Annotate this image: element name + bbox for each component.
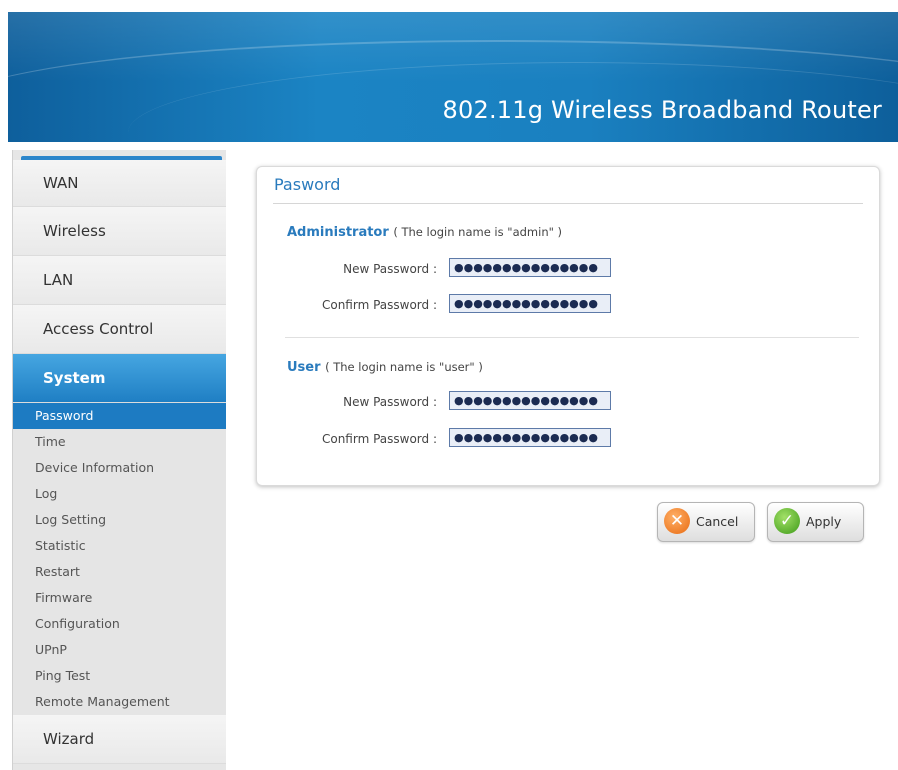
submenu-item-log-setting[interactable]: Log Setting bbox=[13, 507, 226, 533]
sidebar-item-wizard[interactable]: Wizard bbox=[13, 715, 226, 764]
submenu-item-configuration[interactable]: Configuration bbox=[13, 611, 226, 637]
admin-title: Administrator bbox=[287, 225, 389, 240]
sidebar-item-wan[interactable]: WAN bbox=[13, 160, 226, 207]
submenu-item-time[interactable]: Time bbox=[13, 429, 226, 455]
submenu-item-password[interactable]: Password bbox=[13, 403, 226, 429]
panel-divider bbox=[273, 203, 863, 204]
submenu-item-upnp[interactable]: UPnP bbox=[13, 637, 226, 663]
admin-hint: ( The login name is "admin" ) bbox=[393, 225, 563, 239]
admin-new-password-label: New Password : bbox=[343, 262, 437, 276]
check-icon: ✓ bbox=[774, 508, 800, 534]
admin-confirm-password-input[interactable] bbox=[449, 294, 611, 313]
submenu-item-remote-management[interactable]: Remote Management bbox=[13, 689, 226, 715]
user-section-title: User ( The login name is "user" ) bbox=[287, 360, 483, 375]
panel-title: Pasword bbox=[274, 175, 341, 194]
cancel-button[interactable]: ✕ Cancel bbox=[657, 502, 755, 542]
user-hint: ( The login name is "user" ) bbox=[325, 360, 483, 374]
sidebar-item-system[interactable]: System bbox=[13, 354, 226, 403]
user-title: User bbox=[287, 360, 321, 375]
sidebar-item-wireless[interactable]: Wireless bbox=[13, 207, 226, 256]
header-title: 802.11g Wireless Broadband Router bbox=[442, 96, 882, 124]
apply-button[interactable]: ✓ Apply bbox=[767, 502, 864, 542]
sidebar: WAN Wireless LAN Access Control System P… bbox=[12, 150, 226, 770]
submenu-item-device-information[interactable]: Device Information bbox=[13, 455, 226, 481]
submenu-item-firmware[interactable]: Firmware bbox=[13, 585, 226, 611]
admin-confirm-password-label: Confirm Password : bbox=[321, 298, 437, 312]
sidebar-item-access-control[interactable]: Access Control bbox=[13, 305, 226, 354]
admin-new-password-input[interactable] bbox=[449, 258, 611, 277]
admin-section-title: Administrator ( The login name is "admin… bbox=[287, 225, 562, 240]
sidebar-item-lan[interactable]: LAN bbox=[13, 256, 226, 305]
submenu-item-ping-test[interactable]: Ping Test bbox=[13, 663, 226, 689]
password-panel: Pasword Administrator ( The login name i… bbox=[256, 166, 880, 486]
submenu-item-restart[interactable]: Restart bbox=[13, 559, 226, 585]
user-confirm-password-label: Confirm Password : bbox=[321, 432, 437, 446]
user-confirm-password-input[interactable] bbox=[449, 428, 611, 447]
header-banner: 802.11g Wireless Broadband Router bbox=[8, 12, 898, 142]
cancel-button-label: Cancel bbox=[696, 514, 739, 529]
user-new-password-input[interactable] bbox=[449, 391, 611, 410]
user-new-password-label: New Password : bbox=[343, 395, 437, 409]
apply-button-label: Apply bbox=[806, 514, 842, 529]
system-submenu: Password Time Device Information Log Log… bbox=[13, 403, 226, 715]
section-divider bbox=[285, 337, 859, 338]
submenu-item-log[interactable]: Log bbox=[13, 481, 226, 507]
submenu-item-statistic[interactable]: Statistic bbox=[13, 533, 226, 559]
x-icon: ✕ bbox=[664, 508, 690, 534]
